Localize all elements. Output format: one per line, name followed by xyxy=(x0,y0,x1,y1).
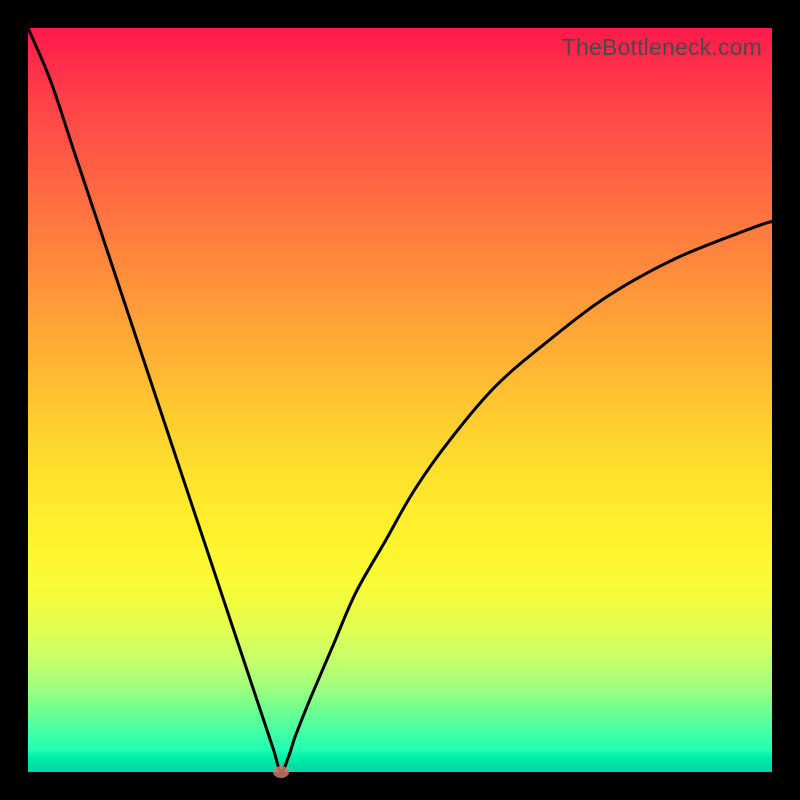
minimum-marker xyxy=(273,766,289,778)
chart-frame: TheBottleneck.com xyxy=(0,0,800,800)
plot-area: TheBottleneck.com xyxy=(28,28,772,772)
bottleneck-curve xyxy=(28,28,772,772)
curve-path xyxy=(28,28,772,772)
